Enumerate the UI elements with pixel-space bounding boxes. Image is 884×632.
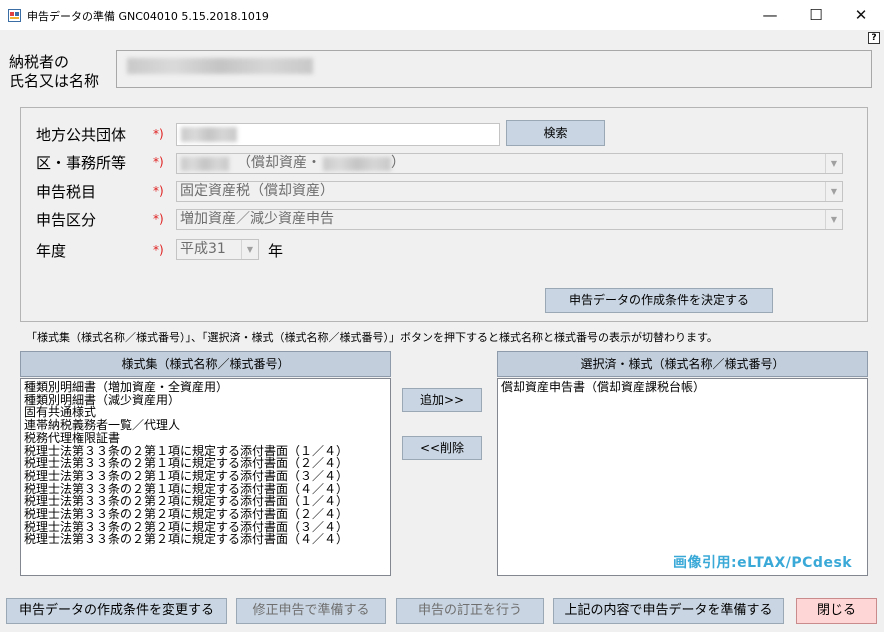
local-gov-redacted (181, 127, 237, 142)
local-gov-label: 地方公共団体 (36, 126, 127, 144)
taxpayer-name-redacted (127, 58, 313, 74)
maximize-button[interactable]: ☐ (793, 0, 839, 30)
taxpayer-name-field (116, 50, 872, 88)
office-value-suffix: （償却資産・ (237, 155, 321, 171)
office-value-close: ） (391, 155, 405, 171)
search-button[interactable]: 検索 (506, 120, 605, 146)
app-icon (8, 9, 21, 22)
list-item[interactable]: 税理士法第３３条の２第２項に規定する添付書面（２／４） (21, 508, 348, 521)
local-gov-input[interactable] (176, 123, 500, 146)
category-label: 申告区分 (36, 211, 97, 229)
year-unit: 年 (268, 242, 284, 260)
chevron-down-icon: ▼ (825, 210, 842, 229)
minimize-button[interactable]: — (747, 0, 793, 30)
office-redacted-2 (323, 157, 391, 171)
year-value: 平成31 (180, 241, 226, 257)
tax-item-value: 固定資産税（償却資産） (180, 183, 334, 199)
minimize-icon: — (762, 6, 778, 24)
window-title: 申告データの準備 GNC04010 5.15.2018.1019 (27, 10, 269, 23)
close-window-button[interactable]: ✕ (838, 0, 884, 30)
list-item[interactable]: 税理士法第３３条の２第２項に規定する添付書面（４／４） (21, 533, 348, 546)
taxpayer-label-line2: 氏名又は名称 (9, 72, 100, 90)
year-label: 年度 (36, 242, 67, 260)
list-item[interactable]: 税務代理権限証書 (21, 432, 348, 445)
office-select[interactable]: （償却資産・ ） ▼ (176, 153, 843, 174)
office-label: 区・事務所等 (36, 154, 127, 172)
selected-forms-list[interactable]: 償却資産申告書（償却資産課税台帳） (497, 378, 868, 576)
list-item[interactable]: 連帯納税義務者一覧／代理人 (21, 419, 348, 432)
amend-button[interactable]: 修正申告で準備する (236, 598, 386, 624)
selected-forms-header[interactable]: 選択済・様式（様式名称／様式番号） (497, 351, 868, 377)
remove-button[interactable]: <<削除 (402, 436, 482, 460)
watermark-text: 画像引用:eLTAX/PCdesk (673, 555, 853, 571)
change-conditions-button[interactable]: 申告データの作成条件を変更する (6, 598, 227, 624)
required-mark: *) (153, 243, 164, 257)
title-bar: 申告データの準備 GNC04010 5.15.2018.1019 — ☐ ✕ (0, 0, 884, 30)
available-forms-header[interactable]: 様式集（様式名称／様式番号） (20, 351, 391, 377)
category-select[interactable]: 増加資産／減少資産申告 ▼ (176, 209, 843, 230)
required-mark: *) (153, 184, 164, 198)
close-button[interactable]: 閉じる (796, 598, 877, 624)
maximize-icon: ☐ (809, 6, 823, 24)
required-mark: *) (153, 212, 164, 226)
tax-item-select[interactable]: 固定資産税（償却資産） ▼ (176, 181, 843, 202)
chevron-down-icon: ▼ (825, 182, 842, 201)
available-forms-list[interactable]: 種類別明細書（増加資産・全資産用） 種類別明細書（減少資産用） 固有共通様式 連帯納税… (20, 378, 391, 576)
close-icon: ✕ (854, 6, 868, 24)
chevron-down-icon: ▼ (825, 154, 842, 173)
notice-text: 「様式集（様式名称／様式番号）」、「選択済・様式（様式名称／様式番号）」ボタンを… (26, 331, 718, 344)
required-mark: *) (153, 127, 164, 141)
add-button[interactable]: 追加>> (402, 388, 482, 412)
help-icon[interactable]: ? (868, 32, 880, 44)
correct-button[interactable]: 申告の訂正を行う (396, 598, 544, 624)
prepare-data-button[interactable]: 上記の内容で申告データを準備する (553, 598, 784, 624)
chevron-down-icon: ▼ (241, 240, 258, 259)
category-value: 増加資産／減少資産申告 (180, 211, 334, 227)
office-redacted (181, 157, 229, 171)
required-mark: *) (153, 155, 164, 169)
taxpayer-label-line1: 納税者の (9, 53, 70, 71)
list-item[interactable]: 償却資産申告書（償却資産課税台帳） (498, 381, 705, 394)
year-select[interactable]: 平成31 ▼ (176, 239, 259, 260)
tax-item-label: 申告税目 (36, 183, 97, 201)
list-item[interactable]: 税理士法第３３条の２第１項に規定する添付書面（３／４） (21, 470, 348, 483)
list-item[interactable]: 種類別明細書（増加資産・全資産用） (21, 381, 348, 394)
decide-conditions-button[interactable]: 申告データの作成条件を決定する (545, 288, 773, 313)
